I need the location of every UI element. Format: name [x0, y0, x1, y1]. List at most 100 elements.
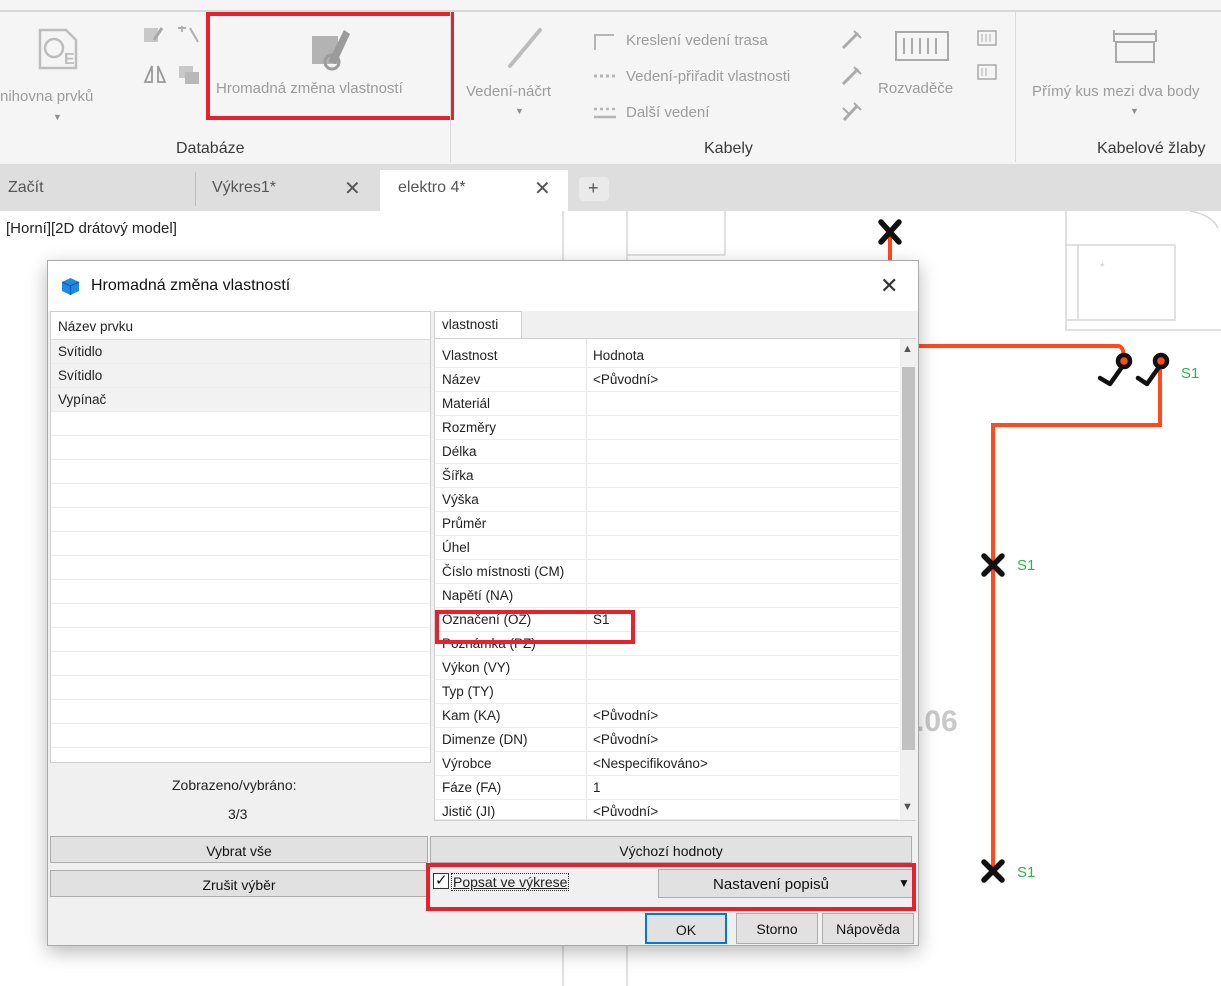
tab-properties[interactable]: vlastnosti	[434, 311, 522, 339]
property-row[interactable]: Šířka	[435, 464, 899, 488]
property-value: <Původní>	[593, 372, 659, 387]
edit-block-icon[interactable]	[142, 24, 166, 46]
list-item	[51, 676, 430, 700]
ok-label: OK	[675, 922, 697, 938]
property-name: Šířka	[442, 468, 474, 483]
property-row[interactable]: Výkon (VY)	[435, 656, 899, 680]
cancel-button[interactable]: Storno	[736, 913, 818, 944]
chevron-down-icon: ▼	[1130, 106, 1139, 116]
property-row[interactable]: Kam (KA) <Původní>	[435, 704, 899, 728]
tab-start[interactable]: Začít	[0, 170, 195, 211]
property-row[interactable]: Typ (TY)	[435, 680, 899, 704]
property-row[interactable]: Fáze (FA) 1	[435, 776, 899, 800]
tray-icon	[1113, 30, 1157, 63]
property-name: Jistič (JI)	[442, 804, 496, 819]
property-row[interactable]: Výška	[435, 488, 899, 512]
property-row[interactable]: Délka	[435, 440, 899, 464]
close-icon[interactable]: ✕	[344, 176, 361, 201]
select-all-button[interactable]: Vybrat vše	[50, 836, 428, 863]
select-all-label: Vybrat vše	[206, 843, 272, 859]
sketch-label: Vedení-náčrt	[466, 83, 552, 100]
close-icon[interactable]: ✕	[534, 176, 551, 201]
property-value: <Původní>	[593, 732, 659, 747]
cable-tool-icon-3[interactable]	[840, 100, 864, 124]
scroll-up-icon[interactable]: ▲	[902, 343, 913, 355]
property-row[interactable]: Průměr	[435, 512, 899, 536]
list-item	[51, 556, 430, 580]
cable-tool-icon-2[interactable]	[840, 64, 864, 88]
panel-edit-icon[interactable]	[976, 62, 998, 82]
ok-button[interactable]: OK	[645, 913, 727, 944]
close-icon[interactable]: ✕	[880, 273, 898, 299]
property-row[interactable]: Dimenze (DN) <Původní>	[435, 728, 899, 752]
list-item-label: Svítidlo	[58, 344, 103, 359]
help-button[interactable]: Nápověda	[822, 913, 914, 944]
list-header-label: Název prvku	[58, 319, 134, 334]
property-row[interactable]: Jistič (JI) <Původní>	[435, 800, 899, 820]
property-row[interactable]: Číslo místnosti (CM)	[435, 560, 899, 584]
property-name: Dimenze (DN)	[442, 732, 528, 747]
ribbon-top-border	[0, 10, 1221, 12]
property-name: Číslo místnosti (CM)	[442, 564, 565, 579]
chevron-down-icon: ▼	[515, 106, 524, 116]
property-name: Napětí (NA)	[442, 588, 514, 603]
list-item-label: Vypínač	[58, 392, 107, 407]
list-item-label: Svítidlo	[58, 368, 103, 383]
library-icon: E	[38, 28, 78, 70]
library-button[interactable]: E nihovna prvků ▼	[0, 20, 130, 130]
dotted-line-icon	[594, 74, 616, 78]
list-header[interactable]: Název prvku	[51, 312, 430, 340]
switchboard-button[interactable]: Rozvaděče	[872, 20, 972, 130]
new-tab-button[interactable]: +	[579, 177, 609, 201]
list-item	[51, 460, 430, 484]
highlight-designation-row	[435, 610, 635, 644]
cable-tool-icon[interactable]	[840, 28, 864, 52]
property-row[interactable]: Rozměry	[435, 416, 899, 440]
list-item[interactable]: Svítidlo	[51, 340, 430, 364]
fixture-mark: *	[1100, 260, 1105, 274]
more-cables-button[interactable]: Další vedení	[592, 102, 792, 124]
insert-block-icon[interactable]	[176, 24, 202, 46]
ribbon-separator	[450, 12, 451, 162]
property-value: <Původní>	[593, 708, 659, 723]
deselect-button[interactable]: Zrušit výběr	[50, 870, 428, 897]
list-item[interactable]: Svítidlo	[51, 364, 430, 388]
properties-grid: Vlastnost Hodnota Název <Původní> Materiá…	[434, 338, 916, 821]
straight-piece-button[interactable]: Přímý kus mezi dva body ▼	[1028, 20, 1221, 130]
room-number: .06	[916, 705, 958, 738]
multi-line-icon	[594, 107, 616, 119]
help-label: Nápověda	[836, 921, 900, 937]
property-row[interactable]: Výrobce <Nespecifikováno>	[435, 752, 899, 776]
property-row[interactable]: Úhel	[435, 536, 899, 560]
list-item	[51, 484, 430, 508]
property-column-header: Vlastnost	[442, 348, 498, 363]
chevron-down-icon: ▼	[53, 112, 62, 122]
property-name: Rozměry	[442, 420, 497, 435]
scrollbar-thumb[interactable]	[902, 367, 915, 750]
tab-drawing1[interactable]: Výkres1* ✕	[196, 170, 376, 211]
copy-props-icon[interactable]	[176, 62, 202, 86]
property-name: Typ (TY)	[442, 684, 494, 699]
list-item[interactable]: Vypínač	[51, 388, 430, 412]
assign-props-button[interactable]: Vedení-přiřadit vlastnosti	[592, 66, 832, 88]
list-item	[51, 628, 430, 652]
tag-label: S1	[1181, 365, 1199, 382]
property-row[interactable]: Materiál	[435, 392, 899, 416]
property-name: Délka	[442, 444, 477, 459]
plus-icon: +	[588, 178, 599, 198]
sketch-button[interactable]: Vedení-náčrt ▼	[462, 20, 580, 130]
panel-icon[interactable]	[976, 28, 998, 48]
tab-elektro4[interactable]: elektro 4* ✕	[380, 170, 568, 211]
route-button[interactable]: Kreslení vedení trasa	[592, 30, 832, 52]
defaults-button[interactable]: Výchozí hodnoty	[430, 836, 912, 863]
property-name: Kam (KA)	[442, 708, 501, 723]
mirror-icon[interactable]	[142, 62, 168, 86]
list-item	[51, 724, 430, 748]
more-cables-label: Další vedení	[626, 104, 710, 121]
property-name: Výkon (VY)	[442, 660, 511, 675]
property-row[interactable]: Název <Původní>	[435, 368, 899, 392]
mass-change-dialog: Hromadná změna vlastností ✕ Název prvku …	[47, 260, 919, 946]
scroll-down-icon[interactable]: ▼	[902, 801, 913, 813]
property-row[interactable]: Napětí (NA)	[435, 584, 899, 608]
group-label-database: Databáze	[176, 140, 245, 157]
